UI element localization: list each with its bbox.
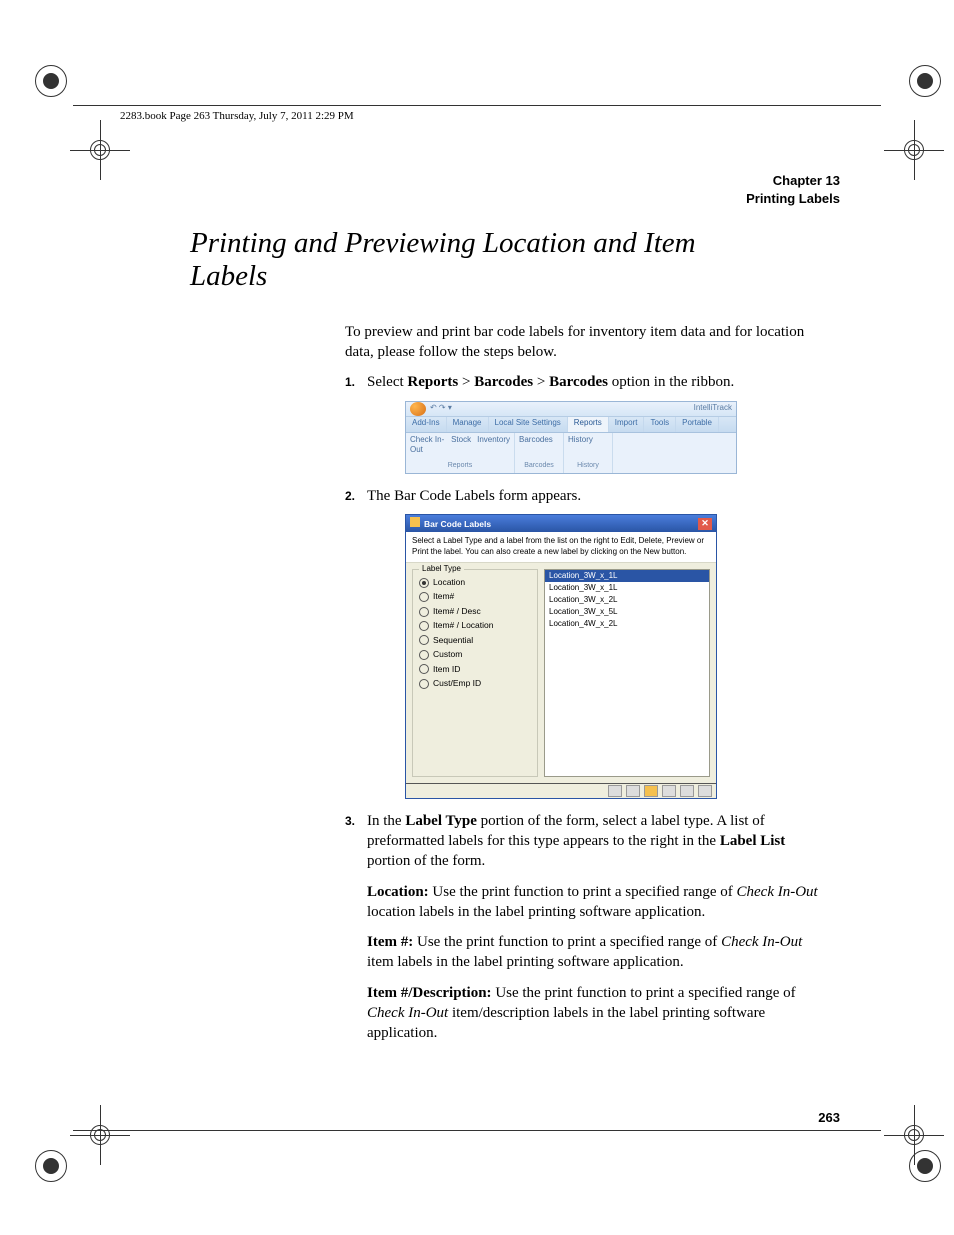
radio-icon	[419, 650, 429, 660]
close-icon[interactable]: ✕	[698, 518, 712, 530]
toolbar-button[interactable]	[644, 785, 658, 797]
list-item[interactable]: Location_3W_x_1L	[545, 582, 709, 594]
office-button-icon[interactable]	[410, 402, 426, 416]
step-text: Select Reports > Barcodes > Barcodes opt…	[367, 372, 825, 392]
intro-paragraph: To preview and print bar code labels for…	[345, 322, 825, 363]
step-text: The Bar Code Labels form appears.	[367, 486, 825, 506]
dialog-description: Select a Label Type and a label from the…	[406, 532, 716, 563]
ribbon-group-label: Barcodes	[519, 461, 559, 470]
radio-icon	[419, 635, 429, 645]
registration-mark	[30, 60, 70, 100]
radio-cust-emp-id[interactable]: Cust/Emp ID	[419, 678, 531, 689]
radio-icon	[419, 578, 429, 588]
tab-portable[interactable]: Portable	[676, 417, 719, 432]
ribbon-btn-stock[interactable]: Stock	[451, 435, 471, 457]
radio-item-id[interactable]: Item ID	[419, 664, 531, 675]
toolbar-button[interactable]	[626, 785, 640, 797]
label-list[interactable]: Location_3W_x_1L Location_3W_x_1L Locati…	[544, 569, 710, 777]
chapter-number: Chapter 13	[120, 172, 840, 190]
group-legend: Label Type	[419, 564, 464, 575]
radio-icon	[419, 621, 429, 631]
step-1: 1. Select Reports > Barcodes > Barcodes …	[345, 372, 825, 392]
chapter-title: Printing Labels	[120, 190, 840, 208]
dialog-icon	[410, 517, 420, 527]
ribbon-btn-history[interactable]: History	[568, 435, 593, 446]
step-number: 2.	[345, 486, 367, 506]
registration-mark	[30, 1145, 70, 1185]
running-head: 2283.book Page 263 Thursday, July 7, 201…	[120, 110, 840, 122]
tab-add-ins[interactable]: Add-Ins	[406, 417, 447, 432]
dialog-screenshot: Bar Code Labels ✕ Select a Label Type an…	[345, 514, 825, 799]
radio-item[interactable]: Item#	[419, 591, 531, 602]
radio-icon	[419, 664, 429, 674]
section-title: Printing and Previewing Location and Ite…	[190, 227, 750, 294]
label-type-group: Label Type Location Item# Item# / Desc I…	[412, 569, 538, 777]
tab-reports[interactable]: Reports	[568, 417, 609, 432]
radio-icon	[419, 592, 429, 602]
step-text: In the Label Type portion of the form, s…	[367, 811, 825, 1054]
registration-mark	[904, 1145, 944, 1185]
tab-local-site-settings[interactable]: Local Site Settings	[489, 417, 568, 432]
ribbon-btn-inventory[interactable]: Inventory	[477, 435, 510, 457]
dialog-title: Bar Code Labels	[424, 519, 491, 529]
ribbon-tabs: Add-Ins Manage Local Site Settings Repor…	[406, 417, 736, 433]
step-2: 2. The Bar Code Labels form appears.	[345, 486, 825, 506]
page-number: 263	[818, 1110, 840, 1125]
tab-import[interactable]: Import	[609, 417, 645, 432]
radio-item-location[interactable]: Item# / Location	[419, 620, 531, 631]
toolbar-button[interactable]	[680, 785, 694, 797]
ribbon-group-label: Reports	[410, 461, 510, 470]
ribbon-group-history: History History	[564, 433, 613, 473]
tab-manage[interactable]: Manage	[447, 417, 489, 432]
toolbar-button[interactable]	[608, 785, 622, 797]
ribbon-group-label: History	[568, 461, 608, 470]
ribbon-btn-barcodes[interactable]: Barcodes	[519, 435, 553, 446]
dialog-toolbar	[406, 783, 716, 798]
ribbon-screenshot: ↶ ↷ ▾ IntelliTrack Add-Ins Manage Local …	[345, 401, 825, 474]
ribbon-group-barcodes: Barcodes Barcodes	[515, 433, 564, 473]
qat-icons[interactable]: ↶ ↷ ▾	[430, 403, 452, 414]
step-number: 3.	[345, 811, 367, 1054]
radio-item-desc[interactable]: Item# / Desc	[419, 606, 531, 617]
bottom-rule	[73, 1130, 881, 1131]
step-3: 3. In the Label Type portion of the form…	[345, 811, 825, 1054]
ribbon-btn-check-in-out[interactable]: Check In-Out	[410, 435, 445, 457]
quick-access-toolbar: ↶ ↷ ▾ IntelliTrack	[406, 402, 736, 417]
chapter-header: Chapter 13 Printing Labels	[120, 172, 840, 207]
tab-tools[interactable]: Tools	[644, 417, 676, 432]
ribbon-group-reports: Check In-Out Stock Inventory Reports	[406, 433, 515, 473]
list-item[interactable]: Location_3W_x_1L	[545, 570, 709, 582]
radio-icon	[419, 607, 429, 617]
list-item[interactable]: Location_3W_x_5L	[545, 606, 709, 618]
dialog-titlebar: Bar Code Labels ✕	[406, 515, 716, 532]
list-item[interactable]: Location_4W_x_2L	[545, 618, 709, 630]
toolbar-button[interactable]	[698, 785, 712, 797]
step-number: 1.	[345, 372, 367, 392]
radio-sequential[interactable]: Sequential	[419, 635, 531, 646]
radio-location[interactable]: Location	[419, 577, 531, 588]
toolbar-button[interactable]	[662, 785, 676, 797]
radio-custom[interactable]: Custom	[419, 649, 531, 660]
app-name: IntelliTrack	[694, 403, 732, 414]
top-rule	[73, 105, 881, 106]
list-item[interactable]: Location_3W_x_2L	[545, 594, 709, 606]
radio-icon	[419, 679, 429, 689]
registration-mark	[904, 60, 944, 100]
